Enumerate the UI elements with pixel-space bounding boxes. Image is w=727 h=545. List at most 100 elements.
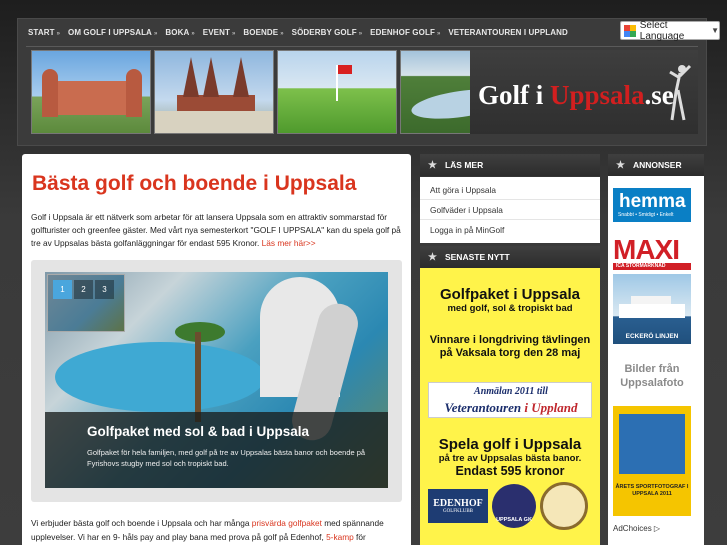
uppsala-gk-logo[interactable]: UPPSALA GK: [492, 484, 536, 528]
header-photos: [31, 50, 520, 134]
star-icon: ★: [616, 159, 625, 171]
nav-item-start[interactable]: START»: [24, 24, 64, 44]
logo-text: Golf i Uppsala.se: [478, 80, 674, 111]
google-icon: [624, 24, 636, 37]
logo-part-golf: Golf i: [478, 80, 550, 110]
nav-label: SÖDERBY GOLF: [291, 28, 357, 37]
slide-image[interactable]: 1 2 3 Golfpaket med sol & bad i Uppsala …: [45, 272, 388, 488]
news-spela-golf[interactable]: Spela golf i Uppsala på tre av Uppsalas …: [428, 436, 592, 478]
body-text: Vi erbjuder bästa golf och boende i Upps…: [31, 517, 403, 544]
link-mingolf[interactable]: Logga in på MinGolf: [420, 220, 600, 240]
eckero-label: ECKERÖ LINJEN: [625, 333, 679, 340]
read-more-link[interactable]: Läs mer här>>: [262, 238, 316, 248]
maxi-logo-text: MAXI: [613, 234, 680, 265]
link-golfvader[interactable]: Golfväder i Uppsala: [420, 200, 600, 220]
page-title: Bästa golf och boende i Uppsala: [32, 172, 357, 195]
nav-label: BOENDE: [243, 28, 279, 37]
body-text-part: för: [353, 531, 366, 542]
news-longdriving[interactable]: Vinnare i longdriving tävlingen på Vaksa…: [428, 334, 592, 360]
edenhof-logo[interactable]: EDENHOF GOLFKLUBB: [428, 489, 488, 523]
adchoices-icon[interactable]: AdChoices ▷: [613, 524, 703, 536]
ad-eckero[interactable]: ECKERÖ LINJEN: [613, 274, 691, 344]
hemma-tagline: Snabbt • Smidigt • Enkelt: [618, 212, 674, 218]
chevron-down-icon: ▼: [711, 26, 719, 35]
photo-castle: [31, 50, 151, 134]
las-mer-title: LÄS MER: [444, 160, 484, 170]
nav-arrow-icon: »: [280, 31, 284, 37]
nav-arrow-icon: »: [231, 31, 236, 37]
nav-label: BOKA: [165, 28, 190, 37]
caption-text: Golfpaket för hela familjen, med golf på…: [87, 448, 366, 468]
nav-arrow-icon: »: [191, 31, 195, 37]
news-golfpaket[interactable]: Golfpaket i Uppsala med golf, sol & trop…: [428, 286, 592, 314]
nav-arrow-icon: »: [436, 31, 441, 37]
main-nav: START» OM GOLF I UPPSALA» BOKA» EVENT» B…: [24, 24, 572, 44]
hemma-logo-text: hemma: [619, 191, 686, 212]
nav-item-edenhof[interactable]: EDENHOF GOLF»: [366, 24, 444, 44]
nav-item-boende[interactable]: BOENDE»: [239, 24, 287, 44]
nav-label: EDENHOF GOLF: [370, 28, 435, 37]
news-headline: Golfpaket i Uppsala: [439, 286, 581, 303]
nav-label: EVENT: [202, 28, 230, 37]
slider-dot-2[interactable]: 2: [74, 280, 93, 299]
veterantouren-banner[interactable]: Anmälan 2011 till Veterantouren i Upplan…: [428, 382, 592, 418]
senaste-nytt-heading: ★ SENASTE NYTT: [420, 246, 600, 268]
vet-line-1: Anmälan 2011 till: [474, 386, 548, 397]
divider: [26, 46, 698, 47]
annonser-heading: ★ ANNONSER: [608, 154, 704, 176]
senaste-title: SENASTE NYTT: [444, 252, 510, 262]
nav-label: START: [28, 28, 55, 37]
ad-sportfotograf[interactable]: ÅRETS SPORTFOTOGRAF I UPPSALA 2011: [613, 406, 691, 516]
caption-title[interactable]: Golfpaket med sol & bad i Uppsala: [87, 424, 309, 439]
golfer-icon: [669, 64, 692, 121]
star-icon: ★: [428, 159, 437, 171]
nav-arrow-icon: »: [153, 31, 158, 37]
news-panel: Golfpaket i Uppsala med golf, sol & trop…: [420, 268, 600, 545]
slider-dot-3[interactable]: 3: [95, 280, 114, 299]
nav-item-boka[interactable]: BOKA»: [161, 24, 198, 44]
soderby-logo[interactable]: [540, 482, 588, 530]
photo-golf-green: [277, 50, 397, 134]
slide-caption: Golfpaket med sol & bad i Uppsala Golfpa…: [45, 412, 388, 488]
edenhof-text: EDENHOF: [433, 498, 483, 509]
vet-line-2a: Veterantouren: [444, 400, 522, 415]
nav-item-veterantouren[interactable]: VETERANTOUREN I UPPLAND: [444, 24, 572, 44]
nav-item-om-golf[interactable]: OM GOLF I UPPSALA»: [64, 24, 161, 44]
nav-item-soderby[interactable]: SÖDERBY GOLF»: [288, 24, 367, 44]
star-icon: ★: [428, 251, 437, 263]
las-mer-list: Att göra i Uppsala Golfväder i Uppsala L…: [420, 177, 600, 243]
language-label: Select Language: [639, 19, 685, 42]
intro-text: Golf i Uppsala är ett nätverk som arbeta…: [31, 211, 403, 250]
maxi-sub: ICA STORMARKNAD: [616, 263, 666, 269]
nav-label: VETERANTOUREN I UPPLAND: [448, 28, 568, 37]
slider-dot-1[interactable]: 1: [53, 280, 72, 299]
nav-item-event[interactable]: EVENT»: [199, 24, 240, 44]
nav-arrow-icon: »: [56, 31, 61, 37]
site-logo[interactable]: Golf i Uppsala.se: [470, 50, 698, 134]
ad-maxi[interactable]: MAXI ICA STORMARKNAD: [613, 234, 691, 272]
spela-line-1: på tre av Uppsalas bästa banor.: [438, 453, 582, 464]
ad-uppsalafoto[interactable]: Bilder från Uppsalafoto: [613, 362, 691, 402]
seal-text: UPPSALA GK: [496, 517, 532, 523]
vet-line-2: Veterantouren i Uppland: [429, 400, 593, 416]
spela-headline: Spela golf i Uppsala: [438, 436, 582, 453]
nav-label: OM GOLF I UPPSALA: [68, 28, 152, 37]
link-att-gora[interactable]: Att göra i Uppsala: [420, 180, 600, 200]
ad-hemma[interactable]: hemma Snabbt • Smidigt • Enkelt: [613, 188, 691, 222]
photo-cathedral: [154, 50, 274, 134]
body-text-part: Vi erbjuder bästa golf och boende i Upps…: [31, 518, 252, 528]
language-select[interactable]: Select Language ▼: [620, 19, 720, 42]
sport-photo: [619, 414, 685, 474]
club-logos: EDENHOF GOLFKLUBB UPPSALA GK: [428, 482, 588, 530]
femkamp-link[interactable]: 5-kamp: [326, 532, 354, 542]
ads-column: hemma Snabbt • Smidigt • Enkelt MAXI ICA…: [608, 176, 704, 545]
annonser-title: ANNONSER: [632, 160, 682, 170]
intro-body: Golf i Uppsala är ett nätverk som arbeta…: [31, 212, 401, 248]
image-slider: 1 2 3 Golfpaket med sol & bad i Uppsala …: [31, 260, 402, 502]
news-subline: med golf, sol & tropiskt bad: [447, 303, 573, 314]
golfpaket-link[interactable]: prisvärda golfpaket: [252, 518, 322, 528]
nav-arrow-icon: »: [358, 31, 363, 37]
slider-dots: 1 2 3: [53, 280, 114, 299]
main-content: Bästa golf och boende i Uppsala Golf i U…: [22, 154, 411, 545]
spela-line-2: Endast 595 kronor: [455, 464, 565, 478]
